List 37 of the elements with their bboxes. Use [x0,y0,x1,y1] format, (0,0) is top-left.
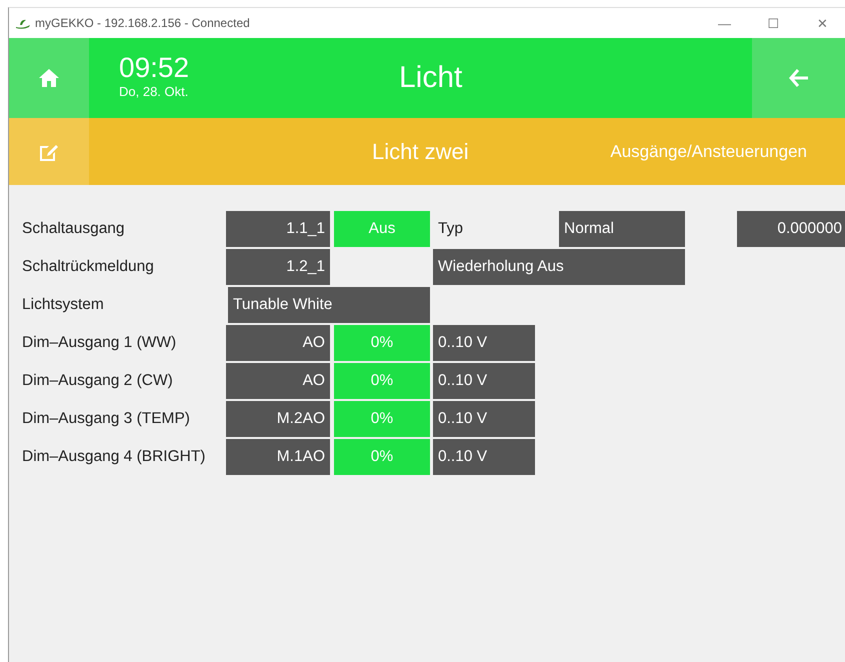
repeat-select[interactable]: Wiederholung Aus [433,249,685,285]
value-field[interactable]: 0.000000 [737,211,845,247]
close-button[interactable]: ✕ [800,16,845,30]
row-label: Dim–Ausgang 4 (BRIGHT) [21,447,206,467]
row-label: Schaltausgang [21,219,126,239]
row-label: Schaltrückmeldung [21,257,155,277]
range-select[interactable]: 0..10 V [433,401,535,437]
address-field[interactable]: 1.2_1 [226,249,330,285]
range-select[interactable]: 0..10 V [433,325,535,361]
row-label: Dim–Ausgang 1 (WW) [21,333,178,353]
window-title: myGEKKO - 192.168.2.156 - Connected [35,16,251,30]
edit-button[interactable] [9,118,89,185]
type-select[interactable]: Normal [559,211,685,247]
row-label: Lichtsystem [21,295,105,315]
back-arrow-icon [788,69,808,87]
device-title: Licht zwei [372,138,469,164]
address-field[interactable]: 1.1_1 [226,211,330,247]
maximize-button[interactable]: ☐ [751,16,796,30]
range-select[interactable]: 0..10 V [433,439,535,475]
address-field[interactable]: AO [226,325,330,361]
clock-date: Do, 28. Okt. [119,84,190,99]
back-button[interactable] [752,38,845,118]
range-select[interactable]: 0..10 V [433,363,535,399]
page-title: Licht [399,61,462,95]
address-field[interactable]: M.2AO [226,401,330,437]
system-select[interactable]: Tunable White [228,287,430,323]
address-field[interactable]: AO [226,363,330,399]
row-label: Dim–Ausgang 3 (TEMP) [21,409,191,429]
address-field[interactable]: M.1AO [226,439,330,475]
edit-icon [40,142,58,160]
home-button[interactable] [9,38,89,118]
minimize-button[interactable]: — [702,16,747,30]
type-label: Typ [437,219,464,239]
home-icon [39,69,59,87]
clock-time: 09:52 [119,54,190,82]
row-label: Dim–Ausgang 2 (CW) [21,371,174,391]
app-logo-icon [15,17,31,29]
